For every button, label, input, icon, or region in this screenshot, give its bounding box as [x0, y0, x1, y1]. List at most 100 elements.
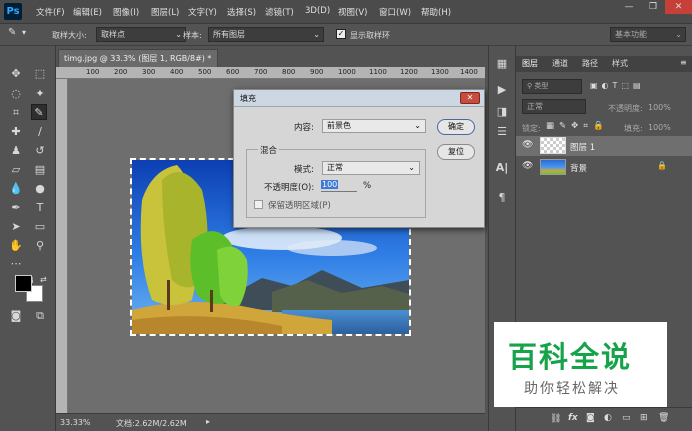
foreground-color-swatch[interactable] — [15, 275, 32, 292]
workspace-select[interactable]: 基本功能 ⌄ — [610, 27, 686, 42]
menu-view[interactable]: 视图(V) — [338, 6, 367, 18]
more-tools-icon[interactable]: ⋯ — [8, 256, 24, 272]
swap-colors-icon[interactable]: ⇄ — [40, 275, 47, 284]
dialog-close-button[interactable]: ✕ — [460, 92, 480, 104]
sample-select[interactable]: 所有图层 ⌄ — [208, 27, 324, 42]
tab-styles[interactable]: 样式 — [612, 58, 628, 69]
zoom-level[interactable]: 33.33% — [60, 418, 91, 427]
status-arrow-icon[interactable]: ▸ — [206, 417, 210, 426]
workspace-value: 基本功能 — [615, 30, 647, 39]
eraser-tool-icon[interactable]: ▱ — [8, 162, 24, 178]
eye-icon[interactable]: 👁 — [522, 161, 533, 171]
panel-menu-icon[interactable]: ≡ — [680, 58, 687, 67]
adjustments-panel-icon[interactable]: ◨ — [494, 104, 510, 120]
eye-icon[interactable]: 👁 — [522, 140, 533, 150]
mask-icon[interactable]: ◙ — [586, 413, 595, 423]
gradient-tool-icon[interactable]: ▤ — [32, 162, 48, 178]
adjustment-icon[interactable]: ◐ — [604, 413, 612, 423]
link-icon[interactable]: ⛓ — [550, 414, 561, 424]
layer-row[interactable]: 👁 背景 🔒 — [516, 157, 692, 177]
layer-opacity-label: 不透明度: — [608, 104, 643, 113]
history-brush-tool-icon[interactable]: ↺ — [32, 143, 48, 159]
watermark-logo: 百科全说 助你轻松解决 — [494, 322, 667, 407]
layer-name: 背景 — [570, 164, 588, 174]
kind-filter-value: 类型 — [534, 82, 549, 90]
menu-edit[interactable]: 编辑(E) — [73, 6, 102, 18]
reset-button[interactable]: 复位 — [437, 144, 475, 160]
paragraph-panel-icon[interactable]: ¶ — [494, 190, 510, 206]
crop-tool-icon[interactable]: ⌗ — [8, 105, 24, 121]
character-panel-icon[interactable]: A| — [494, 160, 510, 176]
close-button[interactable]: ✕ — [665, 0, 692, 14]
pen-tool-icon[interactable]: ✒ — [8, 200, 24, 216]
minimize-button[interactable]: — — [617, 0, 641, 14]
menu-image[interactable]: 图像(I) — [113, 6, 139, 18]
restore-button[interactable]: ❐ — [641, 0, 665, 14]
trash-icon[interactable]: 🗑 — [658, 413, 669, 423]
kind-filter-select[interactable]: ⚲ 类型 — [522, 79, 582, 94]
tab-layers[interactable]: 图层 — [522, 58, 538, 69]
fill-value[interactable]: 100% — [648, 123, 671, 132]
menu-file[interactable]: 文件(F) — [36, 6, 65, 18]
lasso-tool-icon[interactable]: ◌ — [8, 86, 24, 102]
tool-preset-chevron-icon[interactable]: ▾ — [22, 28, 26, 37]
watermark-subtitle: 助你轻松解决 — [524, 381, 620, 397]
opacity-label: 不透明度(O): — [264, 183, 315, 193]
blend-group-title: 混合 — [258, 144, 280, 156]
contents-select[interactable]: 前景色 ⌄ — [322, 119, 426, 133]
menu-filter[interactable]: 滤镜(T) — [265, 6, 294, 18]
lock-icons[interactable]: ▦✎✥⌗🔒 — [546, 121, 609, 131]
type-tool-icon[interactable]: T — [32, 200, 48, 216]
layer-name: 图层 1 — [570, 143, 596, 153]
menu-window[interactable]: 窗口(W) — [379, 6, 411, 18]
move-tool-icon[interactable]: ✥ — [8, 66, 24, 82]
blur-tool-icon[interactable]: 💧 — [8, 181, 24, 197]
new-layer-icon[interactable]: ⊞ — [640, 413, 648, 423]
sample-size-select[interactable]: 取样点 ⌄ — [96, 27, 186, 42]
menu-type[interactable]: 文字(Y) — [188, 6, 217, 18]
zoom-tool-icon[interactable]: ⚲ — [32, 238, 48, 254]
screen-mode-icon[interactable]: ⧉ — [32, 308, 48, 324]
healing-brush-tool-icon[interactable]: ✚ — [8, 124, 24, 140]
eyedropper-icon[interactable]: ✎ — [8, 27, 16, 38]
quick-select-tool-icon[interactable]: ✦ — [32, 86, 48, 102]
clone-stamp-tool-icon[interactable]: ♟ — [8, 143, 24, 159]
fx-icon[interactable]: fx — [568, 413, 578, 423]
history-panel-icon[interactable]: ▦ — [494, 56, 510, 72]
panel-tab-bar — [516, 56, 692, 72]
tools-panel: ✥ ⬚ ◌ ✦ ⌗ ✎ ✚ ∕ ♟ ↺ ▱ ▤ 💧 ● ✒ T ➤ ▭ ✋ ⚲ … — [0, 46, 56, 431]
opacity-input[interactable]: 100 — [321, 180, 357, 192]
layer-opacity-value[interactable]: 100% — [648, 103, 671, 112]
ruler-tick: 200 — [114, 68, 128, 76]
show-ring-label: 显示取样环 — [350, 31, 390, 40]
quick-mask-icon[interactable]: ◙ — [8, 308, 24, 324]
tab-paths[interactable]: 路径 — [582, 58, 598, 69]
document-tab[interactable]: timg.jpg @ 33.3% (图层 1, RGB/8#) * × — [58, 49, 218, 80]
ok-button[interactable]: 确定 — [437, 119, 475, 135]
mode-select[interactable]: 正常 ⌄ — [322, 161, 420, 175]
hand-tool-icon[interactable]: ✋ — [8, 238, 24, 254]
brush-tool-icon[interactable]: ∕ — [32, 124, 48, 140]
preserve-transparency-checkbox[interactable] — [254, 200, 263, 209]
properties-panel-icon[interactable]: ☰ — [494, 124, 510, 140]
layers-bottom-bar: ⛓ fx ◙ ◐ ▭ ⊞ 🗑 — [516, 407, 692, 431]
path-select-tool-icon[interactable]: ➤ — [8, 219, 24, 235]
chevron-down-icon: ⌄ — [313, 30, 320, 39]
marquee-tool-icon[interactable]: ⬚ — [32, 66, 48, 82]
menu-3d[interactable]: 3D(D) — [305, 6, 330, 16]
blend-mode-select[interactable]: 正常 — [522, 99, 586, 114]
show-ring-checkbox[interactable]: ✓ — [336, 29, 346, 39]
shape-tool-icon[interactable]: ▭ — [32, 219, 48, 235]
menu-select[interactable]: 选择(S) — [227, 6, 256, 18]
ruler-tick: 1400 — [460, 68, 478, 76]
ruler-tick: 900 — [310, 68, 324, 76]
menu-layer[interactable]: 图层(L) — [151, 6, 179, 18]
menu-help[interactable]: 帮助(H) — [421, 6, 451, 18]
layer-row[interactable]: 👁 图层 1 — [516, 136, 692, 156]
filter-icons[interactable]: ▣◐T⬚▤ — [590, 81, 645, 90]
group-icon[interactable]: ▭ — [622, 413, 631, 423]
tab-channels[interactable]: 通道 — [552, 58, 568, 69]
dodge-tool-icon[interactable]: ● — [32, 181, 48, 197]
eyedropper-tool-icon[interactable]: ✎ — [31, 104, 47, 120]
actions-panel-icon[interactable]: ▶ — [494, 82, 510, 98]
